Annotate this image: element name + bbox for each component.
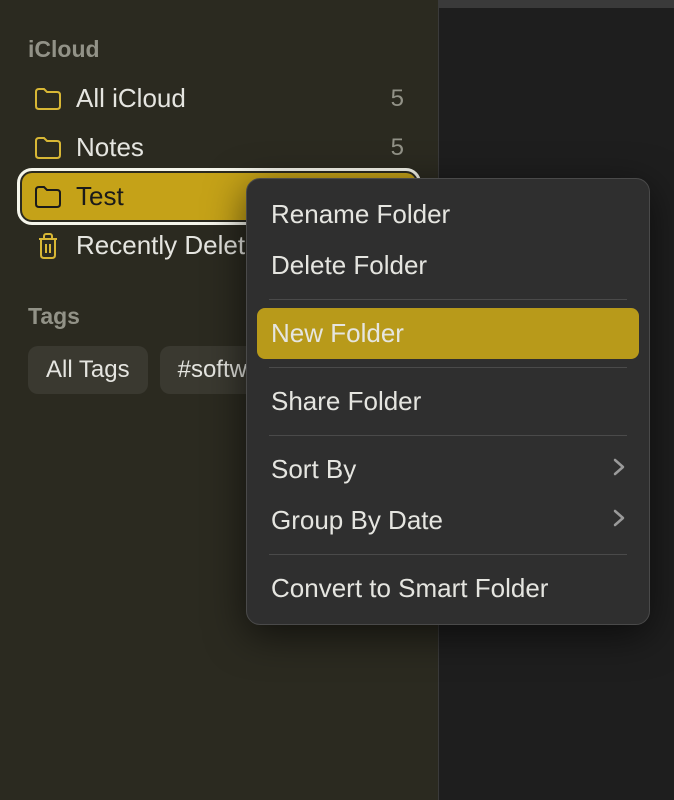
menu-item-label: Sort By: [271, 454, 356, 485]
menu-item-convert-to-smart-folder[interactable]: Convert to Smart Folder: [257, 563, 639, 614]
menu-item-share-folder[interactable]: Share Folder: [257, 376, 639, 427]
menu-item-label: New Folder: [271, 318, 404, 349]
menu-item-new-folder[interactable]: New Folder: [257, 308, 639, 359]
folder-icon: [34, 185, 62, 209]
sidebar-item-all-icloud[interactable]: All iCloud 5: [22, 75, 416, 122]
right-panel-header: [439, 0, 674, 8]
chevron-right-icon: [613, 458, 625, 482]
context-menu: Rename Folder Delete Folder New Folder S…: [246, 178, 650, 625]
menu-item-label: Delete Folder: [271, 250, 427, 281]
sidebar-section-icloud: iCloud: [14, 28, 424, 73]
menu-item-rename-folder[interactable]: Rename Folder: [257, 189, 639, 240]
menu-item-group-by-date[interactable]: Group By Date: [257, 495, 639, 546]
menu-item-delete-folder[interactable]: Delete Folder: [257, 240, 639, 291]
menu-separator: [269, 554, 627, 555]
folder-icon: [34, 136, 62, 160]
sidebar-item-label: Notes: [76, 132, 377, 163]
menu-separator: [269, 435, 627, 436]
tag-all-tags[interactable]: All Tags: [28, 346, 148, 394]
menu-item-label: Group By Date: [271, 505, 443, 536]
menu-item-label: Rename Folder: [271, 199, 450, 230]
sidebar-item-count: 5: [391, 85, 404, 113]
folder-icon: [34, 87, 62, 111]
menu-separator: [269, 367, 627, 368]
sidebar-item-count: 5: [391, 134, 404, 162]
trash-icon: [34, 234, 62, 258]
sidebar-item-notes[interactable]: Notes 5: [22, 124, 416, 171]
menu-item-label: Share Folder: [271, 386, 421, 417]
sidebar-item-label: All iCloud: [76, 83, 377, 114]
chevron-right-icon: [613, 509, 625, 533]
menu-separator: [269, 299, 627, 300]
menu-item-label: Convert to Smart Folder: [271, 573, 548, 604]
menu-item-sort-by[interactable]: Sort By: [257, 444, 639, 495]
